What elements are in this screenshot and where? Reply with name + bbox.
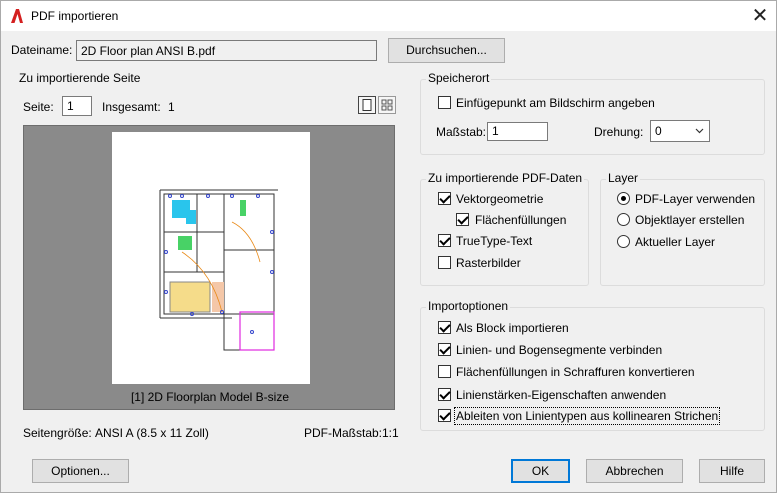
pdf-page-thumbnail [112,132,310,384]
layer-legend: Layer [606,171,641,185]
raster-images-label: Rasterbilder [456,256,521,270]
page-preview: [1] 2D Floorplan Model B-size [23,125,395,410]
rotation-label: Drehung: [594,125,644,139]
browse-button[interactable]: Durchsuchen... [388,38,505,63]
object-layers-label: Objektlayer erstellen [635,213,745,227]
rotation-select[interactable]: 0 [650,120,710,142]
total-value: 1 [168,100,175,114]
join-segments-checkbox[interactable] [438,343,451,356]
page-section-legend: Zu importierende Seite [19,71,141,85]
total-label: Insgesamt: [102,100,161,114]
close-icon[interactable]: ✕ [749,5,771,27]
apply-lineweights-checkbox[interactable] [438,388,451,401]
pdf-import-dialog: PDF importieren ✕ Dateiname: 2D Floor pl… [0,0,777,493]
scale-label: Maßstab: [436,125,487,139]
rotation-value: 0 [655,124,662,138]
ok-button-label: OK [531,464,550,478]
pdf-layers-label: PDF-Layer verwenden [635,192,756,206]
filename-label: Dateiname: [11,43,73,57]
location-legend: Speicherort [426,71,492,85]
pdf-scale-value: 1:1 [382,426,399,440]
current-layer-label: Aktueller Layer [635,235,716,249]
thumbnail-grid-view-icon [381,99,393,111]
infer-linetypes-label: Ableiten von Linientypen aus kollinearen… [453,407,721,425]
current-layer-radio[interactable] [617,235,630,248]
object-layers-radio[interactable] [617,213,630,226]
insertion-point-label: Einfügepunkt am Bildschirm angeben [456,96,655,110]
cancel-button-label: Abbrechen [605,464,664,478]
ok-button[interactable]: OK [511,459,570,483]
page-label: Seite: [23,100,54,114]
truetype-text-checkbox[interactable] [438,234,451,247]
page-number-input[interactable]: 1 [62,96,92,116]
fills-to-hatches-label: Flächenfüllungen in Schraffuren konverti… [456,365,695,379]
join-segments-label: Linien- und Bogensegmente verbinden [456,343,663,357]
import-as-block-checkbox[interactable] [438,321,451,334]
insertion-point-checkbox[interactable] [438,96,451,109]
window-title: PDF importieren [31,9,119,23]
cancel-button[interactable]: Abbrechen [586,459,683,483]
single-page-view-icon [362,99,372,111]
location-group [420,79,765,155]
floor-plan-drawing [159,189,278,351]
vector-geometry-checkbox[interactable] [438,192,451,205]
pdf-data-legend: Zu importierende PDF-Daten [426,171,585,185]
help-button-label: Hilfe [719,464,744,478]
filename-value: 2D Floor plan ANSI B.pdf [81,44,216,58]
scale-value: 1 [492,124,499,138]
solid-fills-label: Flächenfüllungen [475,213,567,227]
vector-geometry-label: Vektorgeometrie [456,192,544,206]
raster-images-checkbox[interactable] [438,256,451,269]
page-number-value: 1 [67,99,74,113]
browse-button-label: Durchsuchen... [406,43,487,57]
import-as-block-label: Als Block importieren [456,321,569,335]
scale-input[interactable]: 1 [487,122,548,141]
filename-field: 2D Floor plan ANSI B.pdf [76,40,377,61]
preview-caption: [1] 2D Floorplan Model B-size [130,390,290,404]
single-page-view-button[interactable] [358,96,376,114]
pdf-layers-radio[interactable] [617,192,630,205]
page-size-value: ANSI A (8.5 x 11 Zoll) [95,426,209,440]
options-button-label: Optionen... [51,464,110,478]
title-bar: PDF importieren ✕ [1,1,776,31]
options-button[interactable]: Optionen... [32,459,129,483]
autocad-app-icon [11,9,23,23]
apply-lineweights-label: Linienstärken-Eigenschaften anwenden [456,388,667,402]
page-size-label: Seitengröße: [23,426,92,440]
pdf-scale-label: PDF-Maßstab: [304,426,383,440]
infer-linetypes-checkbox[interactable] [438,409,451,422]
import-options-legend: Importoptionen [426,299,511,313]
truetype-text-label: TrueType-Text [456,234,533,248]
chevron-down-icon [695,128,704,134]
help-button[interactable]: Hilfe [699,459,765,483]
thumbnail-view-button[interactable] [378,96,396,114]
solid-fills-checkbox[interactable] [456,213,469,226]
fills-to-hatches-checkbox[interactable] [438,365,451,378]
